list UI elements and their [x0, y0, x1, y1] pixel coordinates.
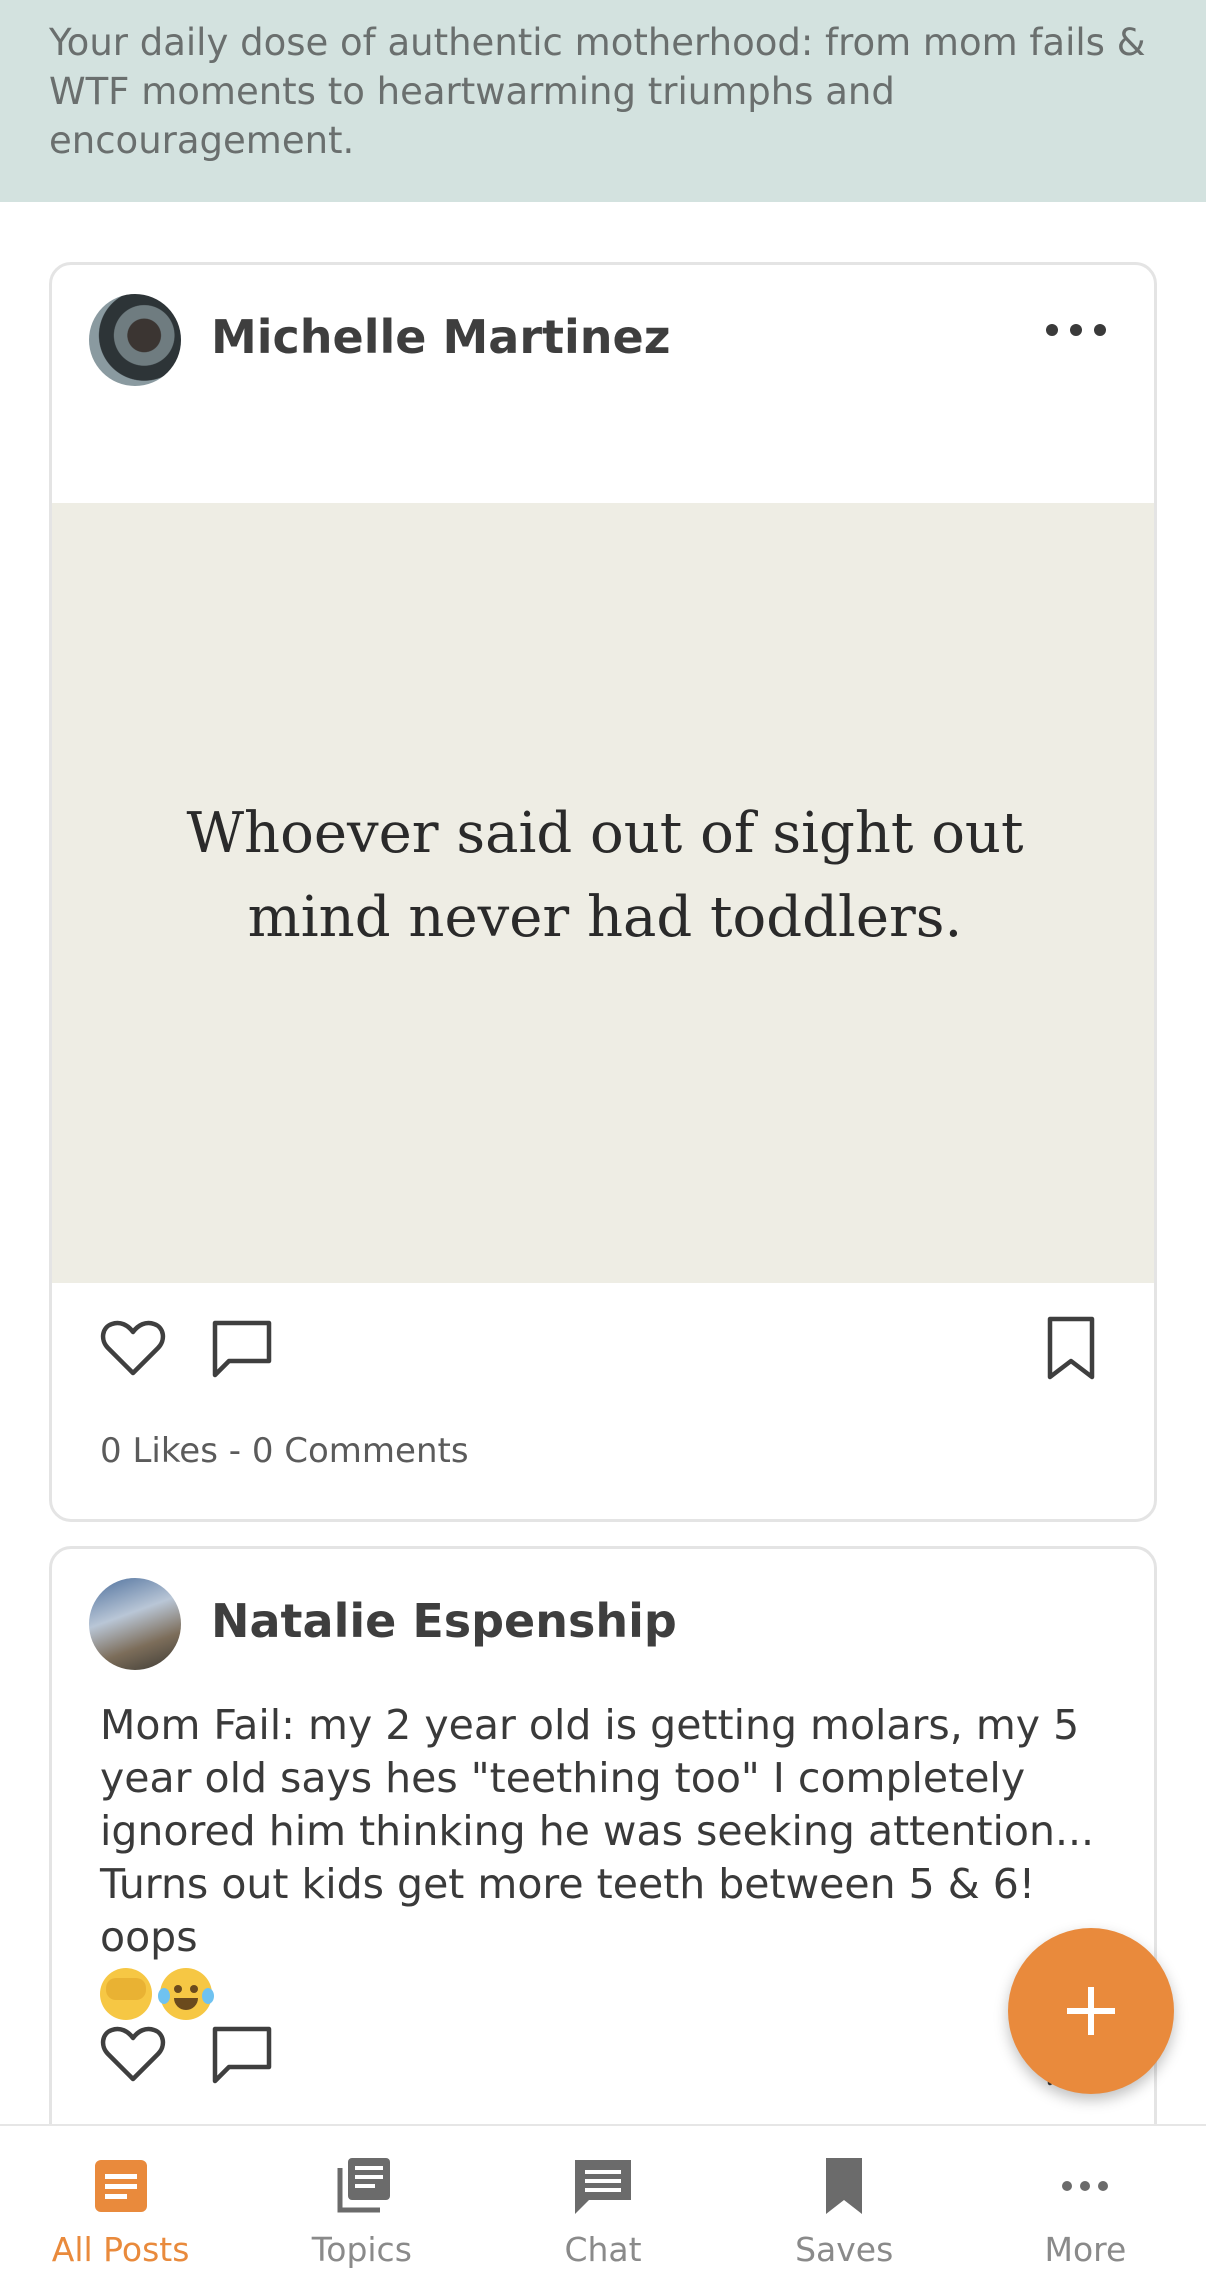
- post-image[interactable]: Whoever said out of sight out mind never…: [52, 503, 1154, 1283]
- nav-item-all-posts[interactable]: All Posts: [0, 2126, 241, 2296]
- posts-icon: [94, 2160, 147, 2212]
- post-stats[interactable]: 0 Likes - 0 Comments: [100, 1431, 469, 1471]
- post-body-text: Mom Fail: my 2 year old is getting molar…: [100, 1701, 1095, 1961]
- tears-of-joy-emoji-icon: [158, 1968, 214, 2020]
- like-heart-icon[interactable]: [98, 2019, 168, 2089]
- face-with-hand-over-eyes-emoji-icon: [100, 1968, 152, 2020]
- nav-label: All Posts: [51, 2230, 190, 2269]
- comment-icon[interactable]: [207, 1313, 277, 1383]
- topics-icon: [337, 2158, 390, 2213]
- post-header: Natalie Espenship: [52, 1549, 1154, 1699]
- nav-item-more[interactable]: More: [965, 2126, 1206, 2296]
- community-description: Your daily dose of authentic motherhood:…: [49, 21, 1146, 162]
- post-header: Michelle Martinez: [52, 265, 1154, 415]
- post-body[interactable]: Mom Fail: my 2 year old is getting molar…: [100, 1699, 1120, 2020]
- post-actions: [52, 1313, 1154, 1403]
- comment-icon[interactable]: [207, 2019, 277, 2089]
- more-icon: [1062, 2181, 1109, 2191]
- bookmark-icon[interactable]: [1036, 1313, 1106, 1383]
- app-screen: Your daily dose of authentic motherhood:…: [0, 0, 1206, 2296]
- author-name[interactable]: Natalie Espenship: [211, 1594, 677, 1648]
- post-menu-icon[interactable]: [1046, 315, 1106, 345]
- author-avatar[interactable]: [89, 294, 181, 386]
- post-emojis: [100, 1968, 1120, 2020]
- nav-item-chat[interactable]: Chat: [482, 2126, 723, 2296]
- nav-item-saves[interactable]: Saves: [724, 2126, 965, 2296]
- nav-item-topics[interactable]: Topics: [241, 2126, 482, 2296]
- post-image-quote: Whoever said out of sight out mind never…: [186, 801, 1024, 950]
- community-description-banner: Your daily dose of authentic motherhood:…: [0, 0, 1206, 202]
- bottom-navigation: All Posts Topics Chat Saves More: [0, 2124, 1206, 2296]
- post-card[interactable]: Michelle Martinez Whoever said out of si…: [49, 262, 1157, 1522]
- new-post-button[interactable]: [1008, 1928, 1174, 2094]
- bookmark-icon: [826, 2158, 863, 2214]
- author-name[interactable]: Michelle Martinez: [211, 310, 670, 364]
- post-actions: [52, 2019, 1154, 2109]
- nav-label: Saves: [795, 2230, 894, 2269]
- nav-label: Chat: [564, 2230, 642, 2269]
- nav-label: More: [1044, 2230, 1127, 2269]
- like-heart-icon[interactable]: [98, 1313, 168, 1383]
- author-avatar[interactable]: [89, 1578, 181, 1670]
- chat-icon: [575, 2160, 631, 2214]
- nav-label: Topics: [311, 2230, 412, 2269]
- plus-icon: [1067, 1987, 1115, 2035]
